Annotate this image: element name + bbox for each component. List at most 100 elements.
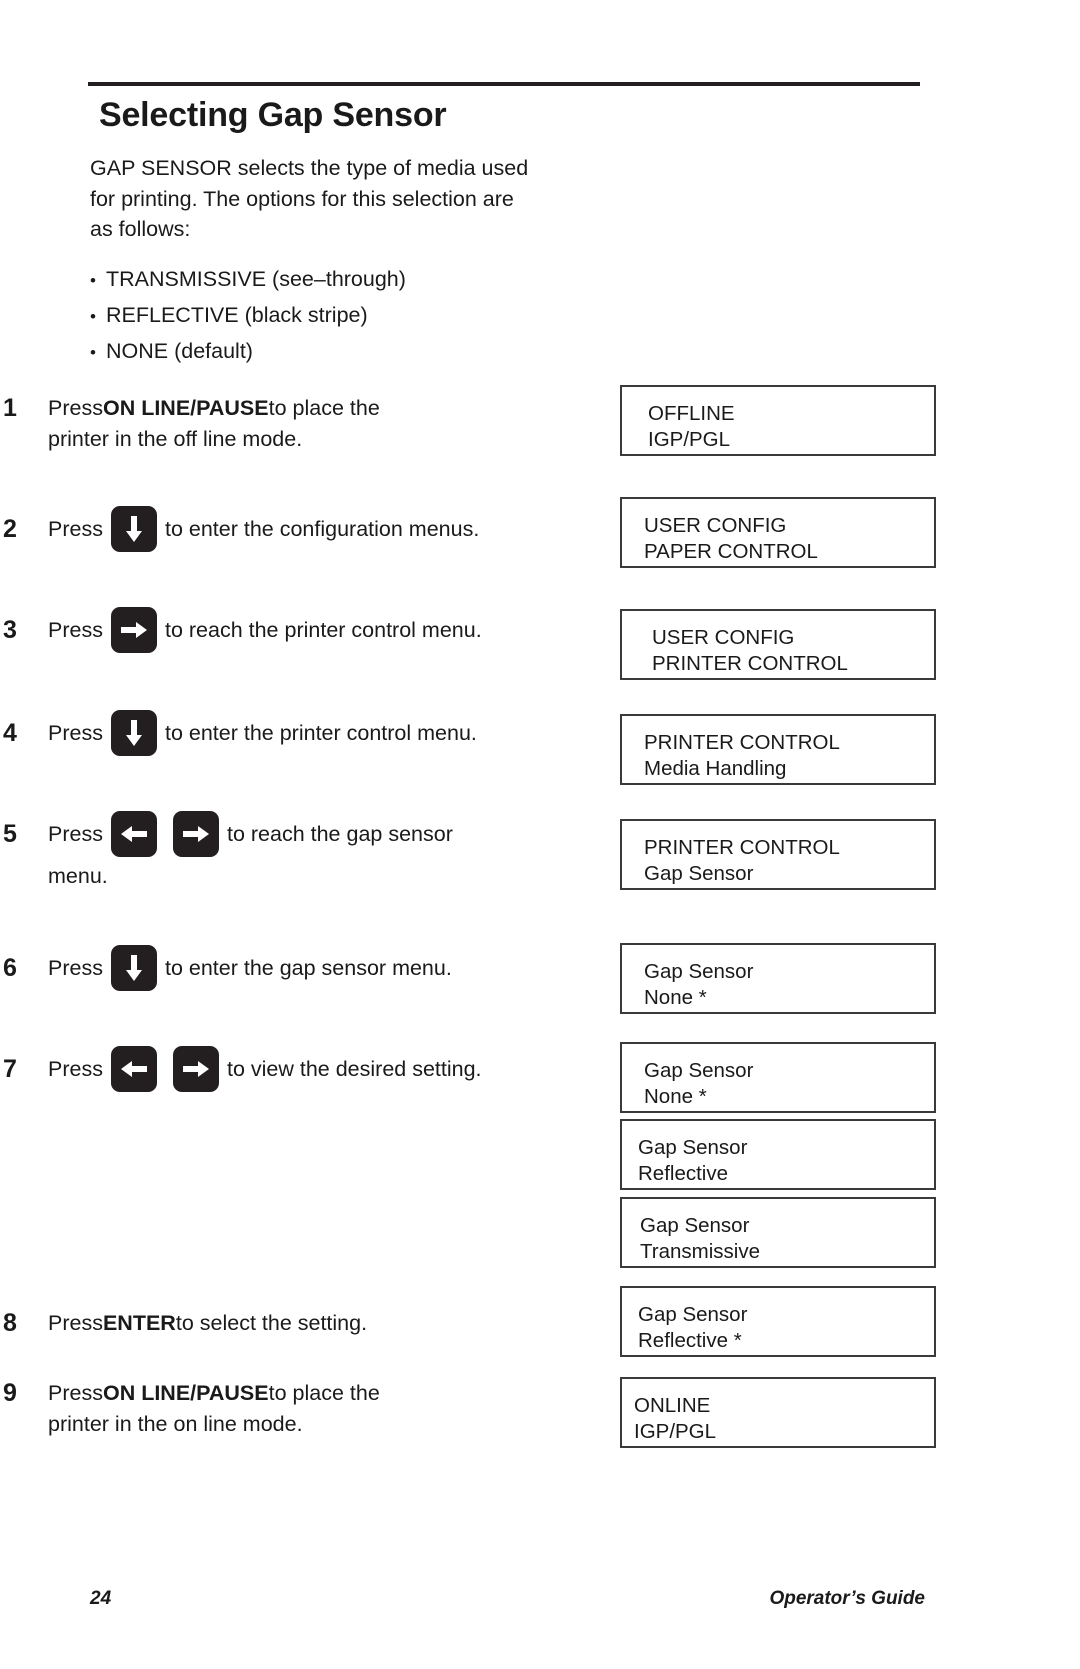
step-text-post: to enter the configuration menus. <box>164 516 480 541</box>
arrow-down-icon[interactable] <box>110 945 157 991</box>
lcd-display-online: ONLINE IGP/PGL <box>620 1377 936 1448</box>
bullet-icon: • <box>90 307 96 326</box>
step-line: Press to enter the printer control menu. <box>48 710 530 756</box>
step-number: 8 <box>3 1309 17 1337</box>
step-line: menu. <box>48 861 530 892</box>
arrow-right-icon[interactable] <box>110 607 157 653</box>
step-text-pre: Press <box>48 1311 103 1335</box>
page-title: Selecting Gap Sensor <box>99 96 447 134</box>
step-number: 6 <box>3 954 17 982</box>
step-text-pre: Press <box>48 617 103 642</box>
step-text-pre: Press <box>48 516 103 541</box>
step-number: 5 <box>3 820 17 848</box>
step-text-pre: Press <box>48 1056 103 1081</box>
bullet-icon: • <box>90 271 96 290</box>
step-line: Press to reach the printer control menu. <box>48 607 530 653</box>
lcd-line-1: OFFLINE <box>648 402 735 425</box>
step-text-post: to view the desired setting. <box>226 1056 482 1081</box>
step-number: 2 <box>3 515 17 543</box>
step-line: printer in the on line mode. <box>48 1409 530 1440</box>
arrow-left-icon[interactable] <box>110 1046 157 1092</box>
lcd-line-2: Media Handling <box>644 757 787 780</box>
step-number: 4 <box>3 719 17 747</box>
step-text-cont: printer in the on line mode. <box>48 1412 303 1436</box>
lcd-line-2: Transmissive <box>640 1240 760 1263</box>
intro-paragraph: GAP SENSOR selects the type of media use… <box>90 156 529 241</box>
lcd-display-offline: OFFLINE IGP/PGL <box>620 385 936 456</box>
step-number: 1 <box>3 394 17 422</box>
step-line: printer in the off line mode. <box>48 424 530 455</box>
lcd-display-gap-sensor-reflective: Gap Sensor Reflective <box>620 1119 936 1190</box>
lcd-line-2: Reflective * <box>638 1329 742 1352</box>
step-text-post: to reach the printer control menu. <box>164 617 482 642</box>
arrow-down-icon[interactable] <box>110 506 157 552</box>
step-line: Press ON LINE/PAUSE to place the <box>48 1378 530 1409</box>
step-text-post: to place the <box>268 396 380 420</box>
step-number: 3 <box>3 616 17 644</box>
lcd-line-2: None * <box>644 986 707 1009</box>
list-item: • NONE (default) <box>90 334 570 370</box>
step-body: Press to view the desired setting. <box>48 1046 530 1092</box>
step-body: Press to reach the printer control menu. <box>48 607 530 653</box>
step-number: 7 <box>3 1055 17 1083</box>
step-number: 9 <box>3 1379 17 1407</box>
step-line: Press to reach the gap sensor <box>48 811 530 857</box>
footer-guide-label: Operator’s Guide <box>769 1588 925 1609</box>
lcd-line-1: PRINTER CONTROL <box>644 836 840 859</box>
step-body: Press to reach the gap sensor menu. <box>48 811 530 892</box>
lcd-line-1: Gap Sensor <box>638 1303 748 1326</box>
step-text-post: to enter the gap sensor menu. <box>164 955 452 980</box>
list-item: • TRANSMISSIVE (see–through) <box>90 262 570 298</box>
header-rule <box>88 82 920 86</box>
step-line: Press to enter the gap sensor menu. <box>48 945 530 991</box>
step-key-name: ON LINE/PAUSE <box>102 1381 269 1405</box>
step-text-post: to place the <box>268 1381 380 1405</box>
bullet-icon: • <box>90 343 96 362</box>
list-item-label: NONE (default) <box>106 339 253 363</box>
step-text-cont: menu. <box>48 864 108 888</box>
step-line: Press to view the desired setting. <box>48 1046 530 1092</box>
lcd-line-1: ONLINE <box>634 1394 711 1417</box>
step-text-post: to select the setting. <box>175 1311 368 1335</box>
step-line: Press ON LINE/PAUSE to place the <box>48 393 530 424</box>
lcd-line-2: Reflective <box>638 1162 729 1185</box>
step-body: Press ON LINE/PAUSE to place the printer… <box>48 393 530 455</box>
lcd-line-1: USER CONFIG <box>652 626 795 649</box>
step-text-pre: Press <box>48 1381 103 1405</box>
lcd-line-1: USER CONFIG <box>644 514 787 537</box>
lcd-line-2: Gap Sensor <box>644 862 754 885</box>
options-list: • TRANSMISSIVE (see–through) • REFLECTIV… <box>90 262 570 370</box>
lcd-display-gap-sensor-none: Gap Sensor None * <box>620 943 936 1014</box>
step-text-cont: printer in the off line mode. <box>48 427 303 451</box>
step-body: Press ON LINE/PAUSE to place the printer… <box>48 1378 530 1440</box>
lcd-line-1: Gap Sensor <box>644 1059 754 1082</box>
step-body: Press ENTER to select the setting. <box>48 1308 530 1339</box>
step-text-pre: Press <box>48 396 103 420</box>
lcd-display-gap-sensor-reflective-selected: Gap Sensor Reflective * <box>620 1286 936 1357</box>
step-text-pre: Press <box>48 821 103 846</box>
arrow-down-icon[interactable] <box>110 710 157 756</box>
arrow-left-icon[interactable] <box>110 811 157 857</box>
step-key-name: ENTER <box>102 1311 176 1335</box>
list-item-label: TRANSMISSIVE (see–through) <box>106 267 406 291</box>
step-body: Press to enter the gap sensor menu. <box>48 945 530 991</box>
lcd-line-1: Gap Sensor <box>640 1214 750 1237</box>
step-text-post: to enter the printer control menu. <box>164 720 477 745</box>
lcd-line-1: PRINTER CONTROL <box>644 731 840 754</box>
step-text-post: to reach the gap sensor <box>226 821 453 846</box>
lcd-line-1: Gap Sensor <box>638 1136 748 1159</box>
step-line: Press ENTER to select the setting. <box>48 1308 530 1339</box>
step-body: Press to enter the configuration menus. <box>48 506 530 552</box>
arrow-right-icon[interactable] <box>172 811 219 857</box>
lcd-display-gap-sensor-none-2: Gap Sensor None * <box>620 1042 936 1113</box>
lcd-line-2: IGP/PGL <box>634 1420 717 1443</box>
step-text-pre: Press <box>48 720 103 745</box>
step-text-pre: Press <box>48 955 103 980</box>
arrow-right-icon[interactable] <box>172 1046 219 1092</box>
list-item-label: REFLECTIVE (black stripe) <box>106 303 368 327</box>
lcd-display-user-config-printer: USER CONFIG PRINTER CONTROL <box>620 609 936 680</box>
lcd-display-printer-control-gap: PRINTER CONTROL Gap Sensor <box>620 819 936 890</box>
lcd-line-2: None * <box>644 1085 707 1108</box>
step-line: Press to enter the configuration menus. <box>48 506 530 552</box>
list-item: • REFLECTIVE (black stripe) <box>90 298 570 334</box>
